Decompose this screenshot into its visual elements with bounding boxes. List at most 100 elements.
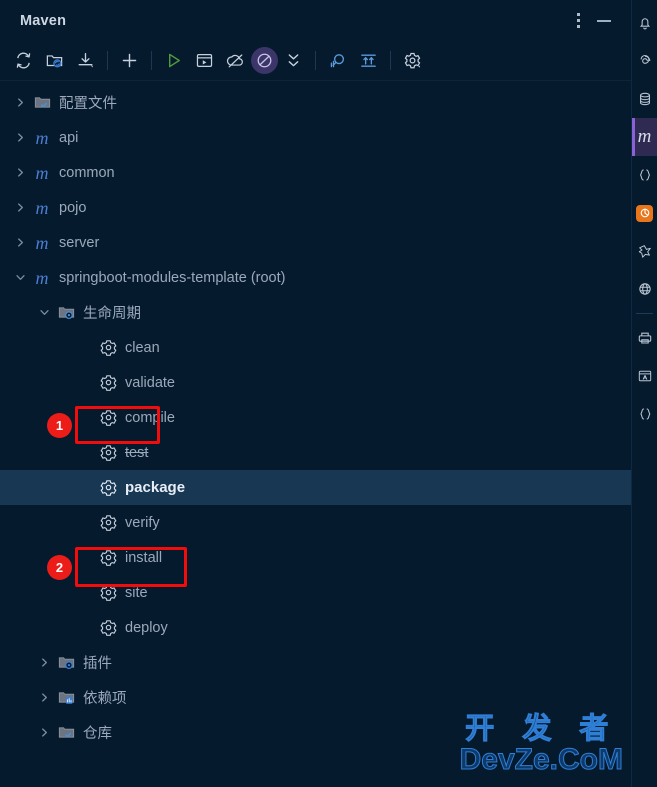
- tree-node-label: common: [59, 164, 115, 181]
- watermark-latin: DevZe.CoM: [459, 743, 623, 776]
- minimize-icon[interactable]: [591, 8, 617, 34]
- tree-node-dependencies[interactable]: 依赖项: [0, 680, 631, 715]
- chevron-down-icon[interactable]: [36, 305, 52, 321]
- annotation-badge-1: 1: [47, 413, 72, 438]
- code-braces-icon[interactable]: [632, 395, 657, 433]
- folder-plugins-icon: [56, 653, 76, 673]
- tree-node-goal-deploy[interactable]: deploy: [0, 610, 631, 645]
- notifications-bell-icon[interactable]: [632, 4, 657, 42]
- tree-node-goal-compile[interactable]: compile: [0, 400, 631, 435]
- database-icon[interactable]: [632, 80, 657, 118]
- chevron-right-icon[interactable]: [36, 725, 52, 741]
- tree-node-goal-install[interactable]: install: [0, 540, 631, 575]
- watermark-cjk: 开 发 者: [465, 711, 618, 745]
- maven-module-icon: m: [35, 267, 49, 288]
- maven-title-bar: Maven: [0, 0, 631, 41]
- tree-node-label: pojo: [59, 199, 87, 216]
- tree-node-label: test: [125, 444, 149, 461]
- collapse-all-icon[interactable]: [278, 45, 309, 76]
- globe-icon[interactable]: [632, 270, 657, 308]
- chevron-down-icon[interactable]: [12, 270, 28, 286]
- tree-node-server[interactable]: m server: [0, 225, 631, 260]
- folder-profiles-icon: [32, 93, 52, 113]
- tree-node-label: springboot-modules-template (root): [59, 269, 286, 286]
- settings-gear-icon[interactable]: [397, 45, 428, 76]
- maven-goal-icon: [98, 513, 118, 533]
- tree-node-goal-clean[interactable]: clean: [0, 330, 631, 365]
- kebab-menu-icon[interactable]: [565, 8, 591, 34]
- profiler-icon[interactable]: [322, 45, 353, 76]
- show-dependencies-icon[interactable]: [353, 45, 384, 76]
- bird-icon[interactable]: [632, 232, 657, 270]
- maven-goal-icon: [98, 338, 118, 358]
- tree-node-lifecycle[interactable]: 生命周期: [0, 295, 631, 330]
- maven-tool-window: Maven 配置文件 m api m common m pojo m serve…: [0, 0, 657, 787]
- tree-node-root-project[interactable]: m springboot-modules-template (root): [0, 260, 631, 295]
- tree-node-common[interactable]: m common: [0, 155, 631, 190]
- tree-node-label: 生命周期: [83, 306, 141, 322]
- chevron-right-icon[interactable]: [36, 655, 52, 671]
- chevron-right-icon[interactable]: [12, 235, 28, 251]
- add-maven-project-icon[interactable]: [39, 45, 70, 76]
- spiral-icon[interactable]: [632, 42, 657, 80]
- maven-panel: Maven 配置文件 m api m common m pojo m serve…: [0, 0, 632, 787]
- tree-node-label: compile: [125, 409, 175, 426]
- page-title: Maven: [20, 12, 67, 29]
- maven-goal-icon: [98, 408, 118, 428]
- orange-plugin-icon[interactable]: [632, 194, 657, 232]
- tree-node-profiles[interactable]: 配置文件: [0, 85, 631, 120]
- right-tool-stripe: m: [632, 0, 657, 787]
- maven-project-tree[interactable]: 配置文件 m api m common m pojo m server m sp…: [0, 81, 631, 787]
- toolbar-separator: [315, 51, 316, 70]
- tree-node-goal-site[interactable]: site: [0, 575, 631, 610]
- stripe-separator: [636, 313, 653, 314]
- tree-node-pojo[interactable]: m pojo: [0, 190, 631, 225]
- tree-node-label: validate: [125, 374, 175, 391]
- toggle-offline-icon[interactable]: [220, 45, 251, 76]
- maven-toolbar: [0, 41, 631, 81]
- watermark: 开 发 者 DevZe.CoM: [459, 711, 623, 776]
- tree-node-api[interactable]: m api: [0, 120, 631, 155]
- maven-goal-icon: [98, 443, 118, 463]
- execute-maven-goal-icon[interactable]: [189, 45, 220, 76]
- tree-node-goal-validate[interactable]: validate: [0, 365, 631, 400]
- tree-node-goal-verify[interactable]: verify: [0, 505, 631, 540]
- translate-icon[interactable]: [632, 357, 657, 395]
- maven-module-icon: m: [35, 127, 49, 148]
- toolbar-separator: [390, 51, 391, 70]
- maven-goal-icon: [98, 478, 118, 498]
- toolbar-separator: [107, 51, 108, 70]
- tree-node-goal-package[interactable]: package: [0, 470, 631, 505]
- tree-node-label: api: [59, 129, 79, 146]
- annotation-badge-2: 2: [47, 555, 72, 580]
- plus-icon[interactable]: [114, 45, 145, 76]
- maven-goal-icon: [98, 373, 118, 393]
- tree-node-label: 配置文件: [59, 96, 117, 112]
- maven-module-icon: m: [35, 197, 49, 218]
- skip-tests-icon[interactable]: [251, 47, 278, 74]
- tree-node-plugins[interactable]: 插件: [0, 645, 631, 680]
- tree-node-label: server: [59, 234, 100, 251]
- tree-node-label: verify: [125, 514, 160, 531]
- run-icon[interactable]: [158, 45, 189, 76]
- maven-icon[interactable]: m: [632, 118, 657, 156]
- tree-node-goal-test[interactable]: test: [0, 435, 631, 470]
- maven-goal-icon: [98, 548, 118, 568]
- tree-node-label: 依赖项: [83, 691, 127, 707]
- chevron-right-icon[interactable]: [12, 165, 28, 181]
- tree-node-label: site: [125, 584, 148, 601]
- tree-node-label: clean: [125, 339, 160, 356]
- chevron-right-icon[interactable]: [12, 95, 28, 111]
- tree-node-label: deploy: [125, 619, 168, 636]
- json-braces-icon[interactable]: [632, 156, 657, 194]
- toolbar-separator: [151, 51, 152, 70]
- tree-node-label: package: [125, 479, 186, 496]
- chevron-right-icon[interactable]: [36, 690, 52, 706]
- reload-all-maven-projects-icon[interactable]: [8, 45, 39, 76]
- maven-module-icon: m: [35, 232, 49, 253]
- printer-icon[interactable]: [632, 319, 657, 357]
- tree-node-label: 插件: [83, 656, 112, 672]
- chevron-right-icon[interactable]: [12, 130, 28, 146]
- download-sources-icon[interactable]: [70, 45, 101, 76]
- chevron-right-icon[interactable]: [12, 200, 28, 216]
